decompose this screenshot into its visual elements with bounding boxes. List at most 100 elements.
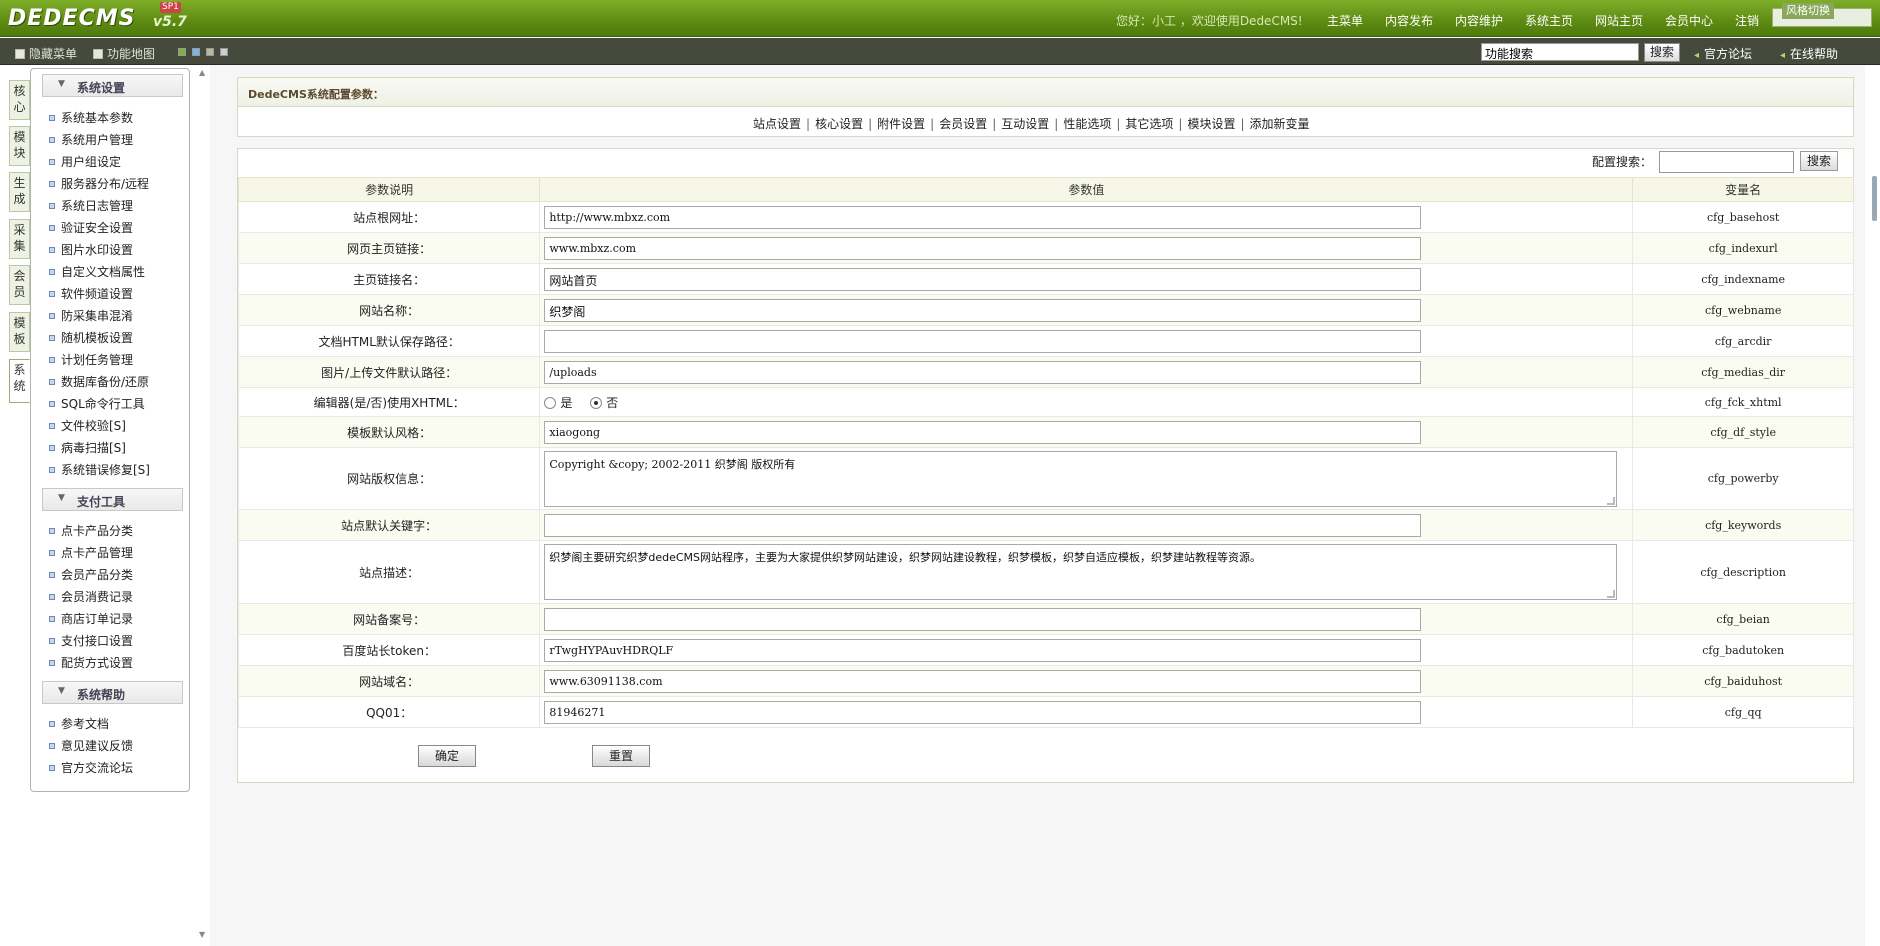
vtab-system[interactable]: 系统 — [9, 359, 30, 403]
config-search-button[interactable]: 搜索 — [1800, 151, 1838, 171]
nav-system-home[interactable]: 系统主页 — [1525, 12, 1573, 29]
function-search-input[interactable]: 功能搜索 — [1481, 43, 1639, 61]
nav-logout[interactable]: 注销 — [1735, 12, 1759, 29]
vtab-collect[interactable]: 采集 — [9, 219, 30, 259]
vtab-members[interactable]: 会员 — [9, 265, 30, 305]
menu-item[interactable]: 商店订单记录 — [49, 610, 133, 627]
nav-member-center[interactable]: 会员中心 — [1665, 12, 1713, 29]
vtab-core[interactable]: 核心 — [9, 80, 30, 120]
tab-add-variable[interactable]: 添加新变量 — [1250, 117, 1310, 131]
menu-item[interactable]: 会员产品分类 — [49, 566, 133, 583]
menu-item[interactable]: 官方交流论坛 — [49, 759, 133, 776]
param-input[interactable] — [544, 607, 1422, 631]
nav-content-publish[interactable]: 内容发布 — [1385, 12, 1433, 29]
menu-item[interactable]: 病毒扫描[S] — [49, 439, 126, 456]
menu-section-header[interactable]: ▼ 支付工具 — [42, 488, 183, 511]
confirm-button[interactable]: 确定 — [418, 745, 476, 767]
param-input[interactable]: http://www.mbxz.com — [544, 205, 1422, 229]
tab-member-settings[interactable]: 会员设置 — [939, 117, 987, 131]
menu-item[interactable]: 随机模板设置 — [49, 329, 133, 346]
tab-interaction-settings[interactable]: 互动设置 — [1001, 117, 1049, 131]
menu-item-label: 会员产品分类 — [61, 568, 134, 582]
menu-item[interactable]: 用户组设定 — [49, 153, 121, 170]
param-label: 站点描述： — [237, 540, 541, 604]
skin-green-swatch[interactable] — [178, 48, 186, 56]
param-input[interactable]: www.63091138.com — [544, 669, 1422, 693]
radio-yes-option[interactable]: 是 — [544, 396, 572, 410]
menu-item[interactable]: 系统基本参数 — [49, 109, 133, 126]
param-input[interactable]: rTwgHYPAuvHDRQLF — [544, 638, 1422, 662]
param-input[interactable] — [544, 513, 1422, 537]
reset-button[interactable]: 重置 — [592, 745, 650, 767]
nav-main-menu[interactable]: 主菜单 — [1327, 12, 1363, 29]
tab-core-settings[interactable]: 核心设置 — [815, 117, 863, 131]
param-input[interactable]: 81946271 — [544, 700, 1422, 724]
tab-other-options[interactable]: 其它选项 — [1125, 117, 1173, 131]
param-textarea[interactable]: 织梦阁主要研究织梦dedeCMS网站程序，主要为大家提供织梦网站建设，织梦网站建… — [544, 544, 1618, 600]
menu-item[interactable]: 计划任务管理 — [49, 351, 133, 368]
menu-item[interactable]: 数据库备份/还原 — [49, 373, 149, 390]
param-input[interactable]: xiaogong — [544, 420, 1422, 444]
menu-item[interactable]: 意见建议反馈 — [49, 737, 133, 754]
config-search-input[interactable] — [1659, 151, 1794, 173]
skin-gray-swatch[interactable] — [220, 48, 228, 56]
tab-attachment-settings[interactable]: 附件设置 — [877, 117, 925, 131]
page-scrollbar[interactable] — [1868, 168, 1880, 228]
style-switcher[interactable]: 风格切换 — [1772, 1, 1880, 27]
menu-item[interactable]: 参考文档 — [49, 715, 109, 732]
menu-scrollbar[interactable]: ▲ ▼ — [197, 68, 209, 944]
resize-grip-icon[interactable] — [1607, 590, 1616, 598]
menu-item[interactable]: 配货方式设置 — [49, 654, 133, 671]
menu-item-label: 系统错误修复[S] — [61, 463, 150, 477]
param-input[interactable]: 网站首页 — [544, 267, 1422, 291]
vtab-modules[interactable]: 模块 — [9, 126, 30, 166]
menu-item[interactable]: SQL命令行工具 — [49, 395, 145, 412]
radio-no[interactable] — [590, 396, 603, 409]
resize-grip-icon[interactable] — [1607, 496, 1616, 505]
scroll-down-icon[interactable]: ▼ — [199, 930, 205, 939]
menu-item[interactable]: 文件校验[S] — [49, 417, 126, 434]
menu-item[interactable]: 软件频道设置 — [49, 285, 133, 302]
menu-item[interactable]: 服务器分布/远程 — [49, 175, 149, 192]
menu-item[interactable]: 点卡产品分类 — [49, 522, 133, 539]
menu-item[interactable]: 会员消费记录 — [49, 588, 133, 605]
menu-item[interactable]: 点卡产品管理 — [49, 544, 133, 561]
vtab-generate[interactable]: 生成 — [9, 172, 30, 212]
radio-no-option[interactable]: 否 — [590, 396, 618, 410]
nav-content-maintain[interactable]: 内容维护 — [1455, 12, 1503, 29]
scroll-up-icon[interactable]: ▲ — [199, 68, 205, 77]
param-input[interactable] — [544, 329, 1422, 353]
skin-blue-swatch[interactable] — [192, 48, 200, 56]
tab-performance-options[interactable]: 性能选项 — [1063, 117, 1111, 131]
param-label: 网页主页链接： — [237, 232, 541, 264]
hide-menu-button[interactable]: 隐藏菜单 — [15, 45, 77, 62]
scrollbar-thumb[interactable] — [1872, 176, 1877, 221]
radio-yes[interactable] — [544, 396, 557, 409]
param-textarea[interactable]: Copyright &copy; 2002-2011 织梦阁 版权所有 — [544, 450, 1618, 507]
function-map-button[interactable]: 功能地图 — [93, 45, 155, 62]
config-search-label: 配置搜索： — [1592, 155, 1653, 169]
online-help-link[interactable]: ◂ 在线帮助 — [1780, 45, 1838, 62]
nav-site-home[interactable]: 网站主页 — [1595, 12, 1643, 29]
menu-item[interactable]: 图片水印设置 — [49, 241, 133, 258]
menu-item[interactable]: 验证安全设置 — [49, 219, 133, 236]
menu-item[interactable]: 系统错误修复[S] — [49, 461, 150, 478]
menu-item[interactable]: 防采集串混淆 — [49, 307, 133, 324]
menu-item-label: 官方交流论坛 — [61, 761, 134, 775]
skin-khaki-swatch[interactable] — [206, 48, 214, 56]
vtab-templates[interactable]: 模板 — [9, 312, 30, 352]
menu-item[interactable]: 自定义文档属性 — [49, 263, 145, 280]
function-search-button[interactable]: 搜索 — [1644, 43, 1680, 62]
menu-item[interactable]: 系统日志管理 — [49, 197, 133, 214]
tab-site-settings[interactable]: 站点设置 — [753, 117, 801, 131]
menu-item[interactable]: 系统用户管理 — [49, 131, 133, 148]
menu-item[interactable]: 支付接口设置 — [49, 632, 133, 649]
official-forum-link[interactable]: ◂ 官方论坛 — [1694, 45, 1752, 62]
param-input[interactable]: /uploads — [544, 360, 1422, 384]
menu-section-header[interactable]: ▼ 系统设置 — [42, 74, 183, 97]
param-input[interactable]: www.mbxz.com — [544, 236, 1422, 260]
tab-module-settings[interactable]: 模块设置 — [1187, 117, 1235, 131]
param-input[interactable]: 织梦阁 — [544, 298, 1422, 322]
menu-item-label: 配货方式设置 — [61, 656, 134, 670]
menu-section-header[interactable]: ▼ 系统帮助 — [42, 681, 183, 704]
